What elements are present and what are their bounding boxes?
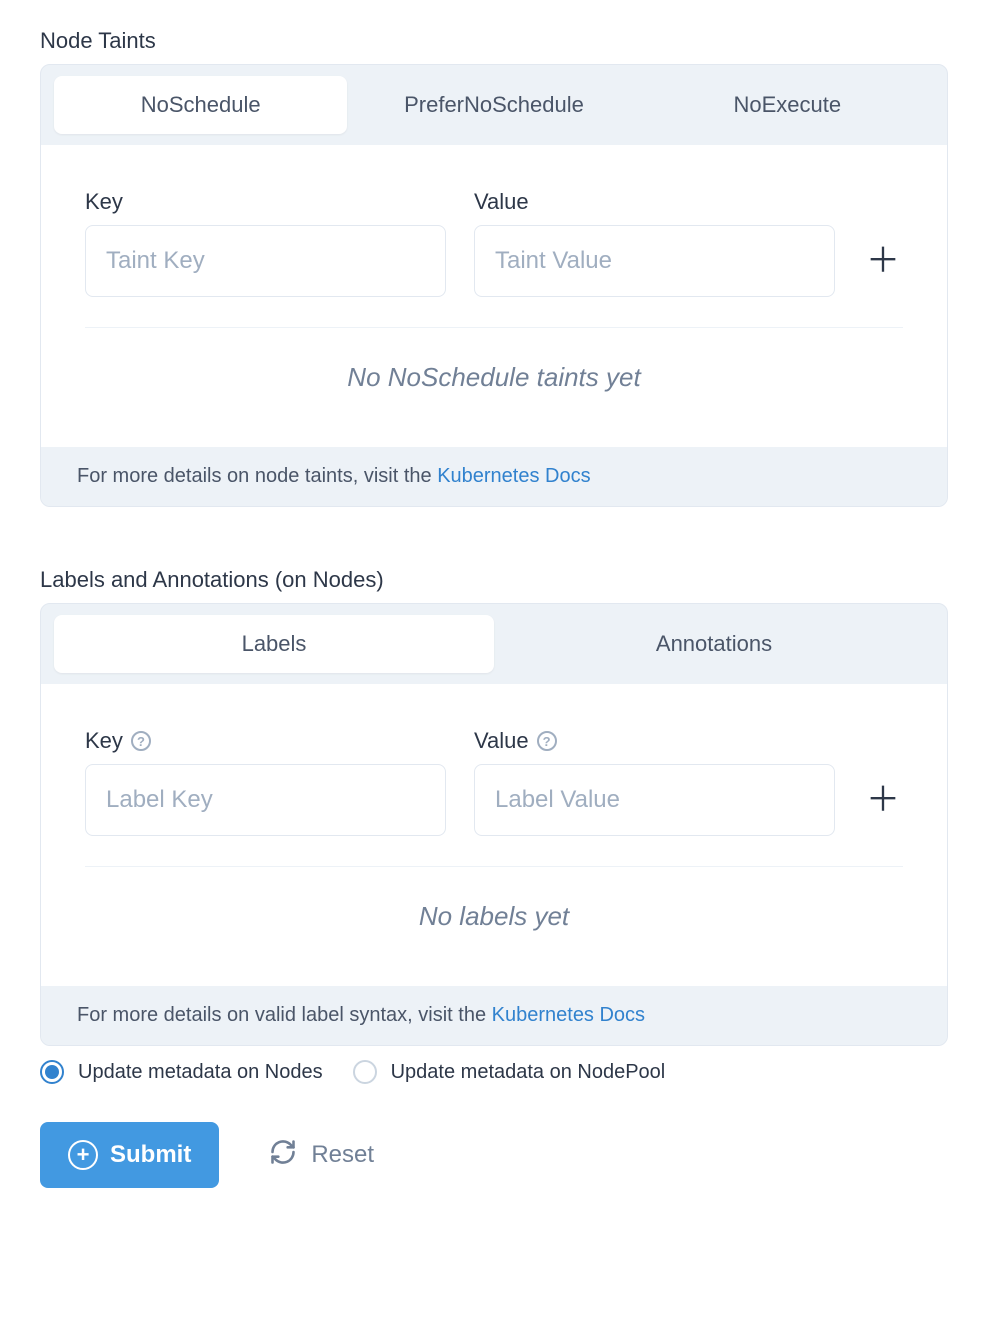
labels-title: Labels and Annotations (on Nodes) bbox=[40, 567, 948, 593]
radio-update-nodepool[interactable]: Update metadata on NodePool bbox=[353, 1060, 666, 1084]
label-key-input[interactable] bbox=[85, 764, 446, 836]
reset-label: Reset bbox=[311, 1141, 374, 1169]
radio-icon bbox=[40, 1060, 64, 1084]
radio-update-nodes[interactable]: Update metadata on Nodes bbox=[40, 1060, 323, 1084]
help-icon[interactable]: ? bbox=[131, 731, 151, 751]
labels-docs-link[interactable]: Kubernetes Docs bbox=[492, 1004, 645, 1026]
radio-icon bbox=[353, 1060, 377, 1084]
submit-button[interactable]: + Submit bbox=[40, 1122, 219, 1188]
label-key-field: Key ? bbox=[85, 728, 446, 836]
label-field-row: Key ? Value ? ＋ bbox=[85, 728, 903, 836]
label-value-label: Value ? bbox=[474, 728, 835, 754]
tab-prefernoschedule[interactable]: PreferNoSchedule bbox=[347, 76, 640, 134]
tab-labels[interactable]: Labels bbox=[54, 615, 494, 673]
tab-annotations[interactable]: Annotations bbox=[494, 615, 934, 673]
taints-footer-text: For more details on node taints, visit t… bbox=[77, 465, 437, 487]
taints-tab-body: Key Value ＋ No NoSchedule taints yet bbox=[41, 145, 947, 447]
taint-value-field: Value bbox=[474, 189, 835, 297]
node-taints-section: Node Taints NoSchedule PreferNoSchedule … bbox=[40, 28, 948, 507]
node-taints-panel: NoSchedule PreferNoSchedule NoExecute Ke… bbox=[40, 64, 948, 507]
taints-footer: For more details on node taints, visit t… bbox=[41, 447, 947, 506]
labels-footer: For more details on valid label syntax, … bbox=[41, 986, 947, 1045]
help-icon[interactable]: ? bbox=[537, 731, 557, 751]
plus-icon: ＋ bbox=[866, 244, 900, 278]
taint-value-input[interactable] bbox=[474, 225, 835, 297]
taints-empty-message: No NoSchedule taints yet bbox=[85, 354, 903, 417]
labels-tabs: Labels Annotations bbox=[41, 604, 947, 673]
taint-value-label: Value bbox=[474, 189, 835, 215]
taint-key-input[interactable] bbox=[85, 225, 446, 297]
label-value-field: Value ? bbox=[474, 728, 835, 836]
label-key-label: Key ? bbox=[85, 728, 446, 754]
tab-noschedule[interactable]: NoSchedule bbox=[54, 76, 347, 134]
labels-annotations-section: Labels and Annotations (on Nodes) Labels… bbox=[40, 567, 948, 1046]
taint-key-field: Key bbox=[85, 189, 446, 297]
label-key-label-text: Key bbox=[85, 728, 123, 754]
labels-footer-text: For more details on valid label syntax, … bbox=[77, 1004, 492, 1026]
taint-field-row: Key Value ＋ bbox=[85, 189, 903, 297]
divider bbox=[85, 327, 903, 328]
radio-label: Update metadata on Nodes bbox=[78, 1061, 323, 1084]
add-label-button[interactable]: ＋ bbox=[863, 780, 903, 820]
submit-label: Submit bbox=[110, 1141, 191, 1169]
reset-button[interactable]: Reset bbox=[263, 1137, 380, 1174]
circle-plus-icon: + bbox=[68, 1140, 98, 1170]
plus-icon: ＋ bbox=[866, 783, 900, 817]
add-taint-button[interactable]: ＋ bbox=[863, 241, 903, 281]
radio-label: Update metadata on NodePool bbox=[391, 1061, 666, 1084]
taints-tabs: NoSchedule PreferNoSchedule NoExecute bbox=[41, 65, 947, 134]
labels-tab-body: Key ? Value ? ＋ No labels yet bbox=[41, 684, 947, 986]
label-value-label-text: Value bbox=[474, 728, 529, 754]
labels-empty-message: No labels yet bbox=[85, 893, 903, 956]
labels-panel: Labels Annotations Key ? Value ? bbox=[40, 603, 948, 1046]
node-taints-title: Node Taints bbox=[40, 28, 948, 54]
metadata-target-radios: Update metadata on Nodes Update metadata… bbox=[40, 1060, 948, 1084]
refresh-icon bbox=[269, 1138, 297, 1173]
taints-docs-link[interactable]: Kubernetes Docs bbox=[437, 465, 590, 487]
label-value-input[interactable] bbox=[474, 764, 835, 836]
form-actions: + Submit Reset bbox=[40, 1122, 948, 1188]
tab-noexecute[interactable]: NoExecute bbox=[641, 76, 934, 134]
taint-key-label: Key bbox=[85, 189, 446, 215]
divider bbox=[85, 866, 903, 867]
